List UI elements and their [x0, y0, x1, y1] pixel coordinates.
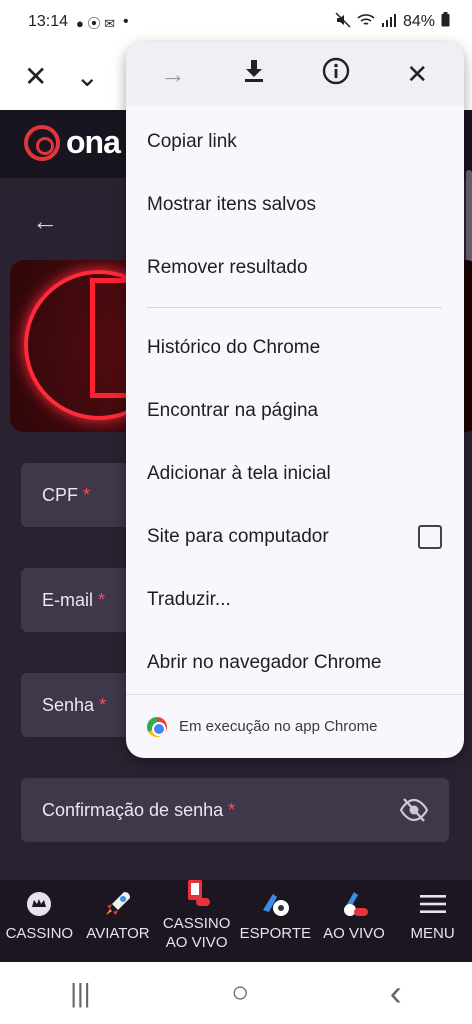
menu-item-show-saved[interactable]: Mostrar itens salvos — [126, 173, 464, 236]
running-in-chrome-text: Em execução no app Chrome — [179, 718, 378, 735]
confirm-password-field[interactable]: Confirmação de senha * — [21, 778, 449, 842]
menu-item-label: Adicionar à tela inicial — [147, 462, 331, 484]
menu-item-label: Copiar link — [147, 130, 237, 152]
rocket-icon — [101, 888, 135, 920]
system-nav-bar: ||| ○ ‹ — [0, 962, 472, 1024]
menu-item-remove-result[interactable]: Remover resultado — [126, 236, 464, 299]
menu-item-label: Mostrar itens salvos — [147, 193, 316, 215]
forward-icon[interactable]: → — [153, 59, 193, 90]
menu-item-label: Histórico do Chrome — [147, 336, 321, 358]
nav-cassino[interactable]: CASSINO — [0, 888, 78, 943]
site-bottom-nav: CASSINO AVIATOR CASSINO AO VIVO ESPORTE … — [0, 880, 472, 962]
signal-icon — [381, 13, 397, 32]
target-logo-icon — [24, 124, 60, 161]
info-icon[interactable] — [316, 57, 356, 92]
live-casino-icon — [180, 878, 214, 910]
menu-item-desktop-site[interactable]: Site para computador — [126, 505, 464, 568]
menu-divider — [147, 307, 442, 308]
menu-item-label: Traduzir... — [147, 588, 231, 610]
menu-item-translate[interactable]: Traduzir... — [126, 568, 464, 631]
nav-label: MENU — [410, 925, 455, 942]
battery-level: 84% — [402, 13, 435, 30]
menu-item-label: Abrir no navegador Chrome — [147, 651, 382, 673]
logo-text: ona — [66, 124, 121, 160]
crown-icon — [22, 888, 56, 920]
menu-item-find-in-page[interactable]: Encontrar na página — [126, 379, 464, 442]
notification-icons: ● ⦿ ✉ — [76, 15, 116, 31]
required-mark: * — [99, 694, 107, 715]
menu-item-copy-link[interactable]: Copiar link — [126, 110, 464, 173]
chrome-overflow-menu: → ✕ Copiar link Mostrar itens salvos Rem… — [126, 42, 464, 758]
notification-dot: • — [123, 13, 129, 30]
nav-label: CASSINO AO VIVO — [162, 915, 231, 951]
close-tab-icon[interactable]: ✕ — [24, 63, 47, 91]
menu-item-chrome-history[interactable]: Histórico do Chrome — [126, 316, 464, 379]
required-mark: * — [228, 799, 236, 820]
nav-aviator[interactable]: AVIATOR — [79, 888, 157, 943]
email-label: E-mail — [42, 589, 94, 610]
football-icon — [258, 888, 292, 920]
nav-ao-vivo[interactable]: AO VIVO — [315, 888, 393, 943]
menu-item-add-to-home[interactable]: Adicionar à tela inicial — [126, 442, 464, 505]
menu-footer: Em execução no app Chrome — [126, 694, 464, 758]
hamburger-icon — [416, 888, 450, 920]
menu-top-actions: → ✕ — [126, 42, 464, 106]
live-icon — [337, 888, 371, 920]
required-mark: * — [98, 589, 106, 610]
nav-label: AO VIVO — [323, 925, 385, 942]
cpf-label: CPF — [42, 484, 78, 505]
chrome-logo-icon — [147, 716, 167, 737]
nav-esporte[interactable]: ESPORTE — [236, 888, 314, 943]
battery-icon — [441, 12, 450, 32]
site-logo[interactable]: ona — [24, 124, 121, 161]
nav-menu[interactable]: MENU — [394, 888, 472, 943]
recents-icon[interactable]: ||| — [70, 978, 90, 1009]
required-mark: * — [83, 484, 91, 505]
menu-item-label: Remover resultado — [147, 256, 308, 278]
menu-item-open-in-chrome[interactable]: Abrir no navegador Chrome — [126, 631, 464, 694]
close-icon[interactable]: ✕ — [397, 59, 437, 90]
menu-item-label: Encontrar na página — [147, 399, 319, 421]
back-arrow-icon[interactable]: ← — [32, 206, 58, 237]
confirm-password-label: Confirmação de senha — [42, 799, 224, 820]
status-time: 13:14 — [28, 13, 69, 30]
nav-label: CASSINO — [5, 925, 74, 942]
home-icon[interactable]: ○ — [231, 976, 249, 1010]
password-label: Senha — [42, 694, 95, 715]
eye-off-icon[interactable] — [399, 796, 429, 824]
nav-label: AVIATOR — [86, 925, 150, 942]
desktop-site-checkbox[interactable] — [418, 524, 442, 549]
wifi-icon — [357, 13, 375, 32]
download-icon[interactable] — [234, 59, 274, 90]
mute-icon — [335, 11, 351, 33]
minimize-chevron-icon[interactable]: ⌄ — [75, 63, 98, 91]
back-icon[interactable]: ‹ — [390, 972, 402, 1014]
nav-cassino-ao-vivo[interactable]: CASSINO AO VIVO — [158, 878, 236, 952]
nav-label: ESPORTE — [239, 925, 311, 942]
status-bar: 13:14 ● ⦿ ✉ • 84% — [0, 0, 472, 44]
menu-item-label: Site para computador — [147, 525, 329, 547]
